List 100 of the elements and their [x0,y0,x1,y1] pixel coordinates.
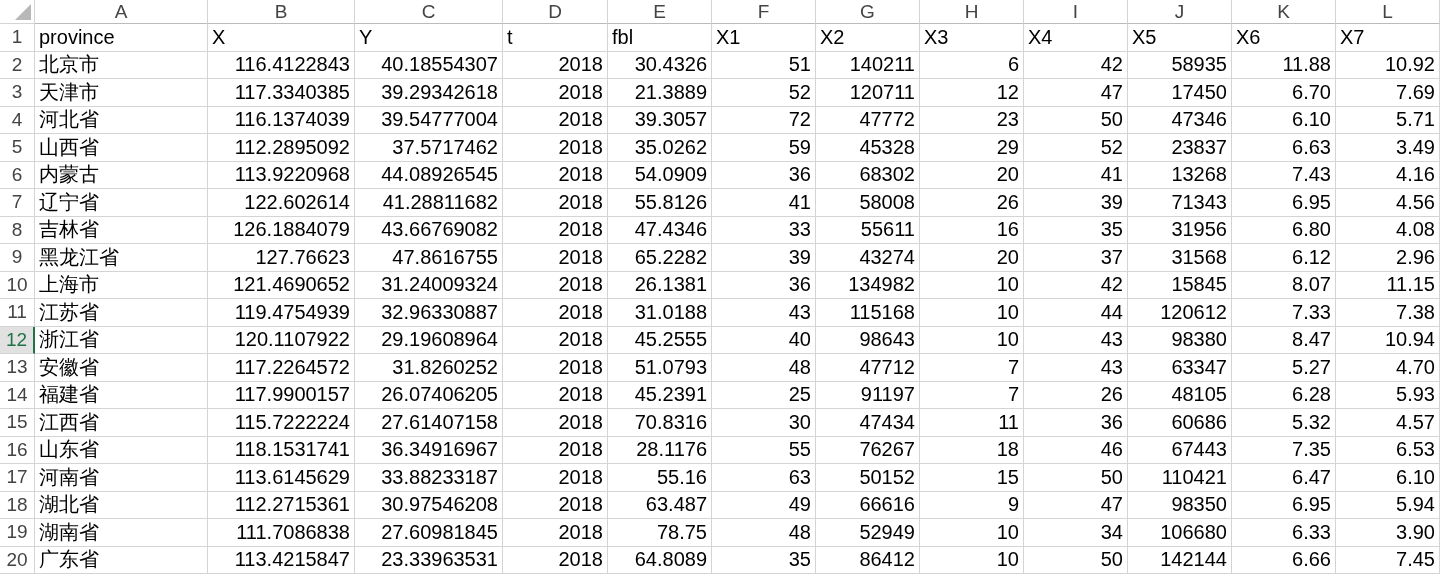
row-header[interactable]: 4 [0,106,35,134]
table-cell: 140211 [816,51,920,79]
select-all-corner[interactable] [0,0,35,24]
table-cell: 31.8260252 [355,354,503,382]
table-cell: 2018 [503,381,608,409]
table-cell: 40 [712,326,816,354]
table-cell: 山西省 [35,134,208,162]
table-cell: 117.2264572 [208,354,355,382]
row-header[interactable]: 15 [0,409,35,437]
column-header[interactable]: E [608,0,712,24]
table-cell: 内蒙古 [35,161,208,189]
row-header[interactable]: 20 [0,546,35,574]
table-cell: 23.33963531 [355,546,503,574]
row-header[interactable]: 3 [0,79,35,107]
table-cell: 20 [920,244,1024,272]
row-header[interactable]: 17 [0,464,35,492]
table-cell: X2 [816,24,920,52]
table-cell: X5 [1128,24,1232,52]
table-cell: 47.4346 [608,216,712,244]
table-cell: 45.2391 [608,381,712,409]
table-cell: 117.3340385 [208,79,355,107]
column-header[interactable]: G [816,0,920,24]
row-header[interactable]: 12 [0,326,35,354]
table-cell: 上海市 [35,271,208,299]
row-header[interactable]: 8 [0,216,35,244]
table-cell: 吉林省 [35,216,208,244]
table-cell: 110421 [1128,464,1232,492]
table-cell: 13268 [1128,161,1232,189]
table-cell: 11 [920,409,1024,437]
table-cell: 47434 [816,409,920,437]
table-cell: 45328 [816,134,920,162]
table-cell: 41 [1024,161,1128,189]
table-cell: 浙江省 [35,326,208,354]
table-cell: 63.487 [608,491,712,519]
table-cell: 6.33 [1232,519,1336,547]
table-cell: 54.0909 [608,161,712,189]
table-cell: 7.45 [1336,546,1440,574]
table-cell: 6 [920,51,1024,79]
table-cell: 31.24009324 [355,271,503,299]
table-cell: X4 [1024,24,1128,52]
column-header[interactable]: B [208,0,355,24]
row-header[interactable]: 1 [0,24,35,52]
column-header[interactable]: K [1232,0,1336,24]
column-header[interactable]: A [35,0,208,24]
table-cell: 2018 [503,354,608,382]
table-cell: 6.47 [1232,464,1336,492]
column-header[interactable]: F [712,0,816,24]
row-header[interactable]: 16 [0,436,35,464]
table-cell: 2018 [503,326,608,354]
row-header[interactable]: 2 [0,51,35,79]
row-header[interactable]: 11 [0,299,35,327]
table-cell: 55.16 [608,464,712,492]
column-header[interactable]: J [1128,0,1232,24]
row-header[interactable]: 6 [0,161,35,189]
table-cell: 33.88233187 [355,464,503,492]
table-cell: 6.28 [1232,381,1336,409]
table-cell: 112.2715361 [208,491,355,519]
row-header[interactable]: 9 [0,244,35,272]
table-cell: 湖北省 [35,491,208,519]
table-cell: 10 [920,326,1024,354]
row-header[interactable]: 10 [0,271,35,299]
column-header[interactable]: C [355,0,503,24]
row-header[interactable]: 14 [0,381,35,409]
table-cell: 2018 [503,491,608,519]
row-header[interactable]: 19 [0,519,35,547]
row-header[interactable]: 5 [0,134,35,162]
table-cell: 3.49 [1336,134,1440,162]
table-cell: 106680 [1128,519,1232,547]
table-cell: 59 [712,134,816,162]
table-cell: 111.7086838 [208,519,355,547]
table-cell: 47 [1024,79,1128,107]
table-cell: 7 [920,381,1024,409]
column-header[interactable]: D [503,0,608,24]
table-cell: 44 [1024,299,1128,327]
table-cell: 66616 [816,491,920,519]
row-header[interactable]: 18 [0,491,35,519]
table-cell: 江西省 [35,409,208,437]
table-cell: 16 [920,216,1024,244]
column-header[interactable]: I [1024,0,1128,24]
column-header[interactable]: L [1336,0,1440,24]
table-cell: 7 [920,354,1024,382]
table-cell: 47772 [816,106,920,134]
table-cell: 39.3057 [608,106,712,134]
table-cell: 2018 [503,546,608,574]
table-cell: 18 [920,436,1024,464]
table-cell: 112.2895092 [208,134,355,162]
table-cell: 50 [1024,464,1128,492]
table-cell: 76267 [816,436,920,464]
table-cell: 29 [920,134,1024,162]
row-header[interactable]: 13 [0,354,35,382]
column-header[interactable]: H [920,0,1024,24]
table-cell: 71343 [1128,189,1232,217]
table-cell: 21.3889 [608,79,712,107]
table-cell: 43 [1024,354,1128,382]
table-cell: 120711 [816,79,920,107]
table-cell: 6.12 [1232,244,1336,272]
table-cell: 11.88 [1232,51,1336,79]
corner-triangle-icon [15,4,31,20]
row-header[interactable]: 7 [0,189,35,217]
table-cell: 湖南省 [35,519,208,547]
